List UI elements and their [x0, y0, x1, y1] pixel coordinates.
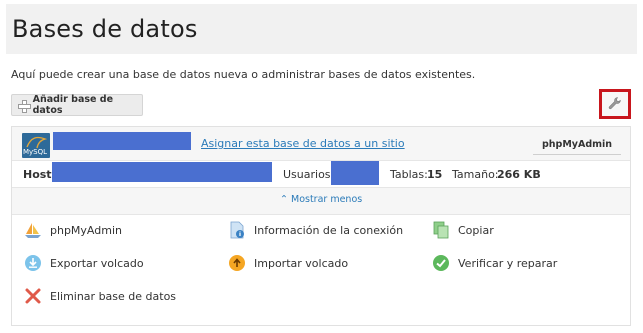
action-verify-repair[interactable]: Verificar y reparar	[432, 254, 557, 272]
action-phpmyadmin[interactable]: phpMyAdmin	[24, 221, 122, 239]
action-label: phpMyAdmin	[50, 223, 122, 237]
add-database-button[interactable]: Añadir base de datos	[11, 94, 143, 116]
users-label: Usuarios:	[283, 168, 335, 181]
database-card-header: MySQL Asignar esta base de datos a un si…	[12, 127, 630, 215]
download-icon	[24, 254, 42, 272]
action-label: Verificar y reparar	[458, 256, 558, 270]
action-copy[interactable]: Copiar	[432, 221, 494, 239]
wrench-icon	[608, 95, 622, 114]
page-description: Aquí puede crear una base de datos nueva…	[11, 68, 476, 81]
database-info-row: Host: Usuarios: Tablas: 15 Tamaño: 266 K…	[12, 160, 630, 188]
plus-icon	[18, 99, 31, 113]
settings-button[interactable]	[599, 89, 631, 119]
action-import-dump[interactable]: Importar volcado	[228, 254, 348, 272]
size-value: 266 KB	[497, 168, 541, 181]
users-value-redacted	[331, 161, 379, 185]
add-database-label: Añadir base de datos	[32, 94, 114, 116]
tables-value: 15	[427, 168, 443, 181]
page-header: Bases de datos	[6, 4, 637, 54]
action-label: Eliminar base de datos	[50, 289, 177, 303]
upload-icon	[228, 254, 246, 272]
mysql-logo-text: MySQL	[23, 148, 48, 156]
action-connection-info[interactable]: Información de la conexión	[228, 221, 403, 239]
delete-icon	[24, 287, 42, 305]
phpmyadmin-button[interactable]: phpMyAdmin	[533, 135, 621, 155]
host-value-redacted	[52, 162, 272, 182]
info-document-icon	[228, 221, 246, 239]
action-delete-database[interactable]: Eliminar base de datos	[24, 287, 176, 305]
database-name-redacted	[53, 132, 191, 150]
check-icon	[432, 254, 450, 272]
action-label: Importar volcado	[254, 256, 349, 270]
action-label: Exportar volcado	[50, 256, 144, 270]
sailboat-icon	[24, 221, 42, 239]
database-card: MySQL Asignar esta base de datos a un si…	[11, 126, 631, 326]
copy-icon	[432, 221, 450, 239]
toggle-more-label: Mostrar menos	[291, 194, 363, 205]
assign-site-link[interactable]: Asignar esta base de datos a un sitio	[201, 137, 405, 150]
action-export-dump[interactable]: Exportar volcado	[24, 254, 144, 272]
toggle-more-link[interactable]: ⌃ Mostrar menos	[280, 194, 362, 205]
action-label: Copiar	[458, 223, 494, 237]
size-label: Tamaño:	[452, 168, 499, 181]
action-label: Información de la conexión	[254, 223, 404, 237]
chevron-up-icon: ⌃	[280, 194, 288, 205]
page-title: Bases de datos	[12, 15, 198, 43]
mysql-logo-icon: MySQL	[22, 133, 50, 158]
tables-label: Tablas:	[390, 168, 428, 181]
